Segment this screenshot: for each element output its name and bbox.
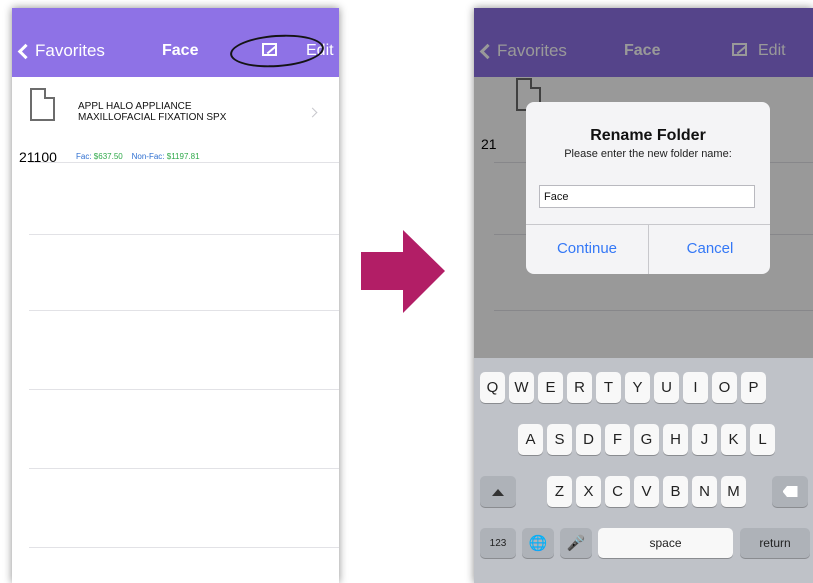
nonfac-value: $1197.81: [166, 152, 200, 161]
key-e[interactable]: E: [538, 372, 563, 403]
cancel-button[interactable]: Cancel: [649, 224, 771, 274]
key-a[interactable]: A: [518, 424, 543, 455]
key-v[interactable]: V: [634, 476, 659, 507]
item-description: APPL HALO APPLIANCE MAXILLOFACIAL FIXATI…: [78, 101, 226, 123]
nonfac-label: Non-Fac:: [131, 152, 165, 161]
nav-title: Face: [162, 42, 199, 59]
key-y[interactable]: Y: [625, 372, 650, 403]
item-fees: Fac: $637.50 Non-Fac: $1197.81: [76, 152, 200, 161]
return-key[interactable]: return: [740, 528, 810, 558]
back-label: Favorites: [35, 41, 105, 60]
disclosure-chevron-icon: [307, 107, 318, 118]
item-description-line2: MAXILLOFACIAL FIXATION SPX: [78, 112, 227, 123]
key-k[interactable]: K: [721, 424, 746, 455]
globe-key[interactable]: 🌐: [522, 528, 554, 558]
key-o[interactable]: O: [712, 372, 737, 403]
highlight-circle: [228, 31, 326, 71]
row-divider: [29, 310, 339, 311]
transition-arrow-icon: [361, 230, 445, 313]
dialog-message: Please enter the new folder name:: [564, 148, 732, 160]
key-s[interactable]: S: [547, 424, 572, 455]
key-p[interactable]: P: [741, 372, 766, 403]
key-h[interactable]: H: [663, 424, 688, 455]
dialog-title: Rename Folder: [590, 127, 706, 144]
row-divider: [29, 234, 339, 235]
numbers-key[interactable]: 123: [480, 528, 516, 558]
microphone-icon: 🎤: [566, 535, 586, 552]
key-q[interactable]: Q: [480, 372, 505, 403]
key-x[interactable]: X: [576, 476, 601, 507]
backspace-key[interactable]: [772, 476, 808, 507]
globe-icon: 🌐: [528, 535, 548, 552]
row-divider: [29, 162, 339, 163]
space-key[interactable]: space: [598, 528, 733, 558]
screen-before: Favorites Face Edit APPL HALO APPLIANCE …: [12, 8, 339, 583]
key-u[interactable]: U: [654, 372, 679, 403]
keyboard: Q W E R T Y U I O P A S D F G H J K L Z …: [474, 358, 813, 583]
key-g[interactable]: G: [634, 424, 659, 455]
continue-button[interactable]: Continue: [526, 224, 648, 274]
key-t[interactable]: T: [596, 372, 621, 403]
fac-label: Fac:: [76, 152, 92, 161]
backspace-icon: [782, 486, 798, 497]
fac-value: $637.50: [93, 152, 123, 161]
key-c[interactable]: C: [605, 476, 630, 507]
nav-bar: Favorites Face Edit: [12, 8, 339, 77]
key-b[interactable]: B: [663, 476, 688, 507]
rename-folder-dialog: Rename Folder Please enter the new folde…: [526, 102, 770, 274]
item-description-line1: APPL HALO APPLIANCE: [78, 101, 192, 112]
chevron-left-icon: [17, 43, 34, 60]
key-i[interactable]: I: [683, 372, 708, 403]
key-w[interactable]: W: [509, 372, 534, 403]
screen-after: Favorites Face Edit 21 Rename Folder Ple…: [474, 8, 813, 583]
key-r[interactable]: R: [567, 372, 592, 403]
key-f[interactable]: F: [605, 424, 630, 455]
key-m[interactable]: M: [721, 476, 746, 507]
key-l[interactable]: L: [750, 424, 775, 455]
shift-key[interactable]: [480, 476, 516, 507]
key-j[interactable]: J: [692, 424, 717, 455]
key-z[interactable]: Z: [547, 476, 572, 507]
folder-name-input[interactable]: Face: [539, 185, 755, 208]
row-divider: [29, 468, 339, 469]
key-n[interactable]: N: [692, 476, 717, 507]
row-divider: [29, 547, 339, 548]
dictation-key[interactable]: 🎤: [560, 528, 592, 558]
shift-icon: [492, 489, 504, 496]
key-d[interactable]: D: [576, 424, 601, 455]
row-divider: [29, 389, 339, 390]
back-button[interactable]: Favorites: [17, 41, 105, 61]
document-icon: [30, 88, 55, 121]
